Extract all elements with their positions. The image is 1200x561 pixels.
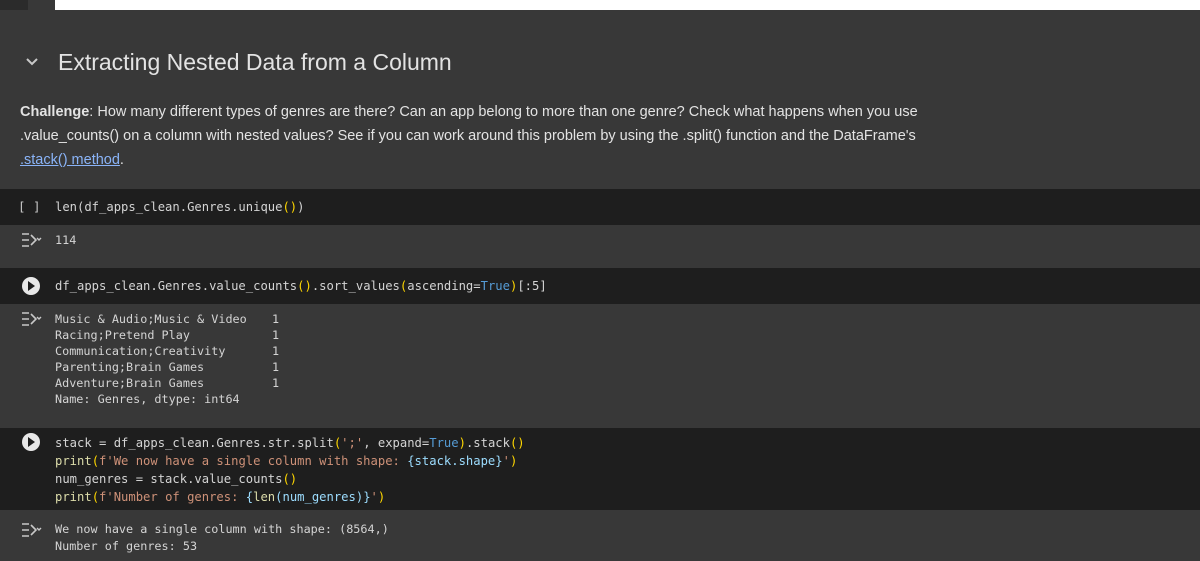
cell-1-code[interactable]: len(df_apps_clean.Genres.unique()) bbox=[55, 199, 305, 215]
cell-3-output-line-2: Number of genres: 53 bbox=[55, 539, 198, 553]
output-row-value: 1 bbox=[272, 312, 280, 326]
output-toggle-icon[interactable] bbox=[20, 231, 42, 249]
output-row-value: 1 bbox=[272, 360, 280, 374]
play-icon[interactable] bbox=[22, 277, 40, 295]
cell-3-code-line-2[interactable]: print(f'We now have a single column with… bbox=[55, 453, 517, 469]
stack-method-link[interactable]: .stack() method bbox=[20, 152, 120, 168]
code-cell-1[interactable]: [ ] len(df_apps_clean.Genres.unique()) bbox=[0, 189, 1200, 225]
cell-3-output-line-1: We now have a single column with shape: … bbox=[55, 522, 389, 536]
cell-1-output: 114 bbox=[55, 233, 77, 247]
output-row-label: Adventure;Brain Games bbox=[55, 376, 205, 390]
code-cell-3[interactable]: stack = df_apps_clean.Genres.str.split('… bbox=[0, 428, 1200, 510]
output-row-label: Parenting;Brain Games bbox=[55, 360, 205, 374]
challenge-body: : How many different types of genres are… bbox=[20, 104, 918, 144]
top-gutter bbox=[0, 0, 28, 10]
previous-cell-edge bbox=[55, 0, 1200, 10]
cell-2-code[interactable]: df_apps_clean.Genres.value_counts().sort… bbox=[55, 278, 547, 294]
play-icon[interactable] bbox=[22, 433, 40, 451]
cell-3-code-line-4[interactable]: print(f'Number of genres: {len(num_genre… bbox=[55, 489, 385, 505]
chevron-down-icon[interactable] bbox=[22, 52, 42, 72]
challenge-text: Challenge: How many different types of g… bbox=[20, 100, 940, 172]
section-header: Extracting Nested Data from a Column bbox=[0, 40, 452, 84]
output-row-value: 1 bbox=[272, 344, 280, 358]
challenge-label: Challenge bbox=[20, 104, 90, 120]
output-toggle-icon[interactable] bbox=[20, 521, 42, 539]
section-title: Extracting Nested Data from a Column bbox=[58, 48, 452, 75]
challenge-end: . bbox=[119, 152, 124, 168]
run-bracket[interactable]: [ ] bbox=[18, 199, 41, 214]
output-toggle-icon[interactable] bbox=[20, 310, 42, 328]
output-row-label: Racing;Pretend Play bbox=[55, 328, 190, 342]
output-row-value: 1 bbox=[272, 376, 280, 390]
output-row-label: Music & Audio;Music & Video bbox=[55, 312, 247, 326]
output-row-value: 1 bbox=[272, 328, 280, 342]
cell-3-code-line-3[interactable]: num_genres = stack.value_counts() bbox=[55, 471, 297, 487]
code-cell-2[interactable]: df_apps_clean.Genres.value_counts().sort… bbox=[0, 268, 1200, 304]
output-row-label: Communication;Creativity bbox=[55, 344, 226, 358]
output-footer: Name: Genres, dtype: int64 bbox=[55, 392, 240, 406]
cell-3-code-line-1[interactable]: stack = df_apps_clean.Genres.str.split('… bbox=[55, 435, 525, 451]
